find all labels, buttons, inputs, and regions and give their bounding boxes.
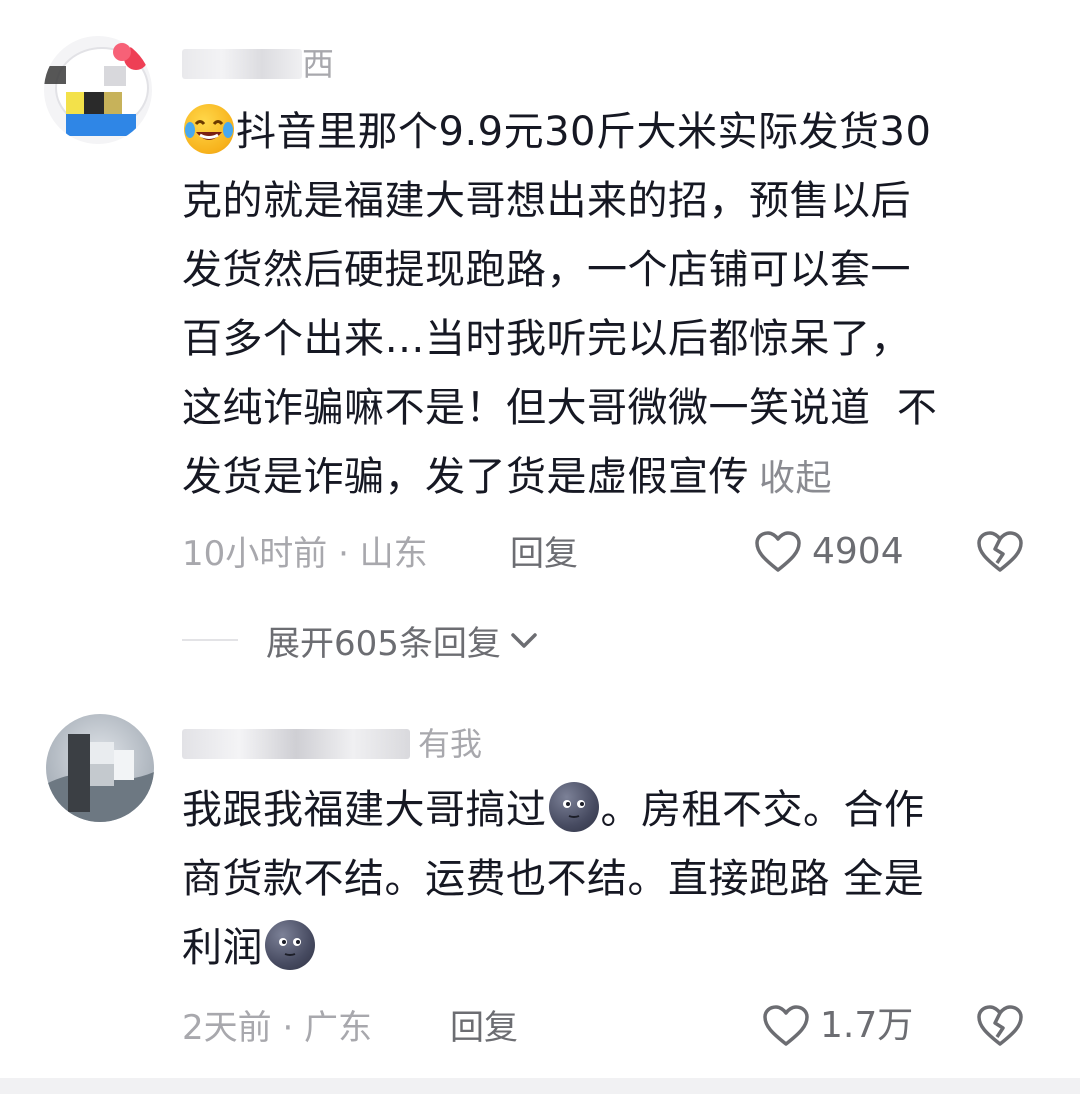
avatar-image (44, 36, 152, 144)
comment-meta: 10小时前 · 山东 (182, 534, 428, 574)
comment-text: 抖音里那个9.9元30斤大米实际发货30 克的就是福建大哥想出来的招，预售以后 … (182, 98, 1022, 513)
comment-line: 利润 (182, 914, 1022, 983)
chevron-down-icon (511, 633, 537, 648)
dark-moon-face-emoji-icon (265, 920, 315, 970)
username-text: 西 (302, 45, 335, 83)
comment-line-text: 利润 (182, 925, 263, 971)
comment-line: 发货是诈骗，发了货是虚假宣传 收起 (182, 443, 1022, 513)
bottom-divider (0, 1078, 1080, 1094)
broken-heart-icon (977, 531, 1023, 572)
comment-line-text: 发货是诈骗，发了货是虚假宣传 (182, 454, 749, 500)
avatar-image (46, 714, 154, 822)
comment-line: 克的就是福建大哥想出来的招，预售以后 (182, 178, 911, 224)
expand-divider (182, 639, 238, 641)
comment-line: 发货然后硬提现跑路，一个店铺可以套一 (182, 247, 911, 293)
heart-outline-icon (755, 531, 801, 572)
comment-line-text: 。房租不交。合作 (600, 787, 925, 833)
like-button[interactable]: 1.7万 (762, 1004, 913, 1048)
comment-line: 我跟我福建大哥搞过 。房租不交。合作 (182, 776, 1022, 845)
broken-heart-icon (977, 1005, 1023, 1046)
comment-line: 这纯诈骗嘛不是！但大哥微微一笑说道 不 (182, 385, 938, 431)
comment-meta: 2天前 · 广东 (182, 1008, 373, 1048)
like-button[interactable]: 4904 (754, 530, 904, 574)
like-count: 1.7万 (820, 1005, 914, 1046)
laughing-tears-emoji-icon (184, 104, 234, 154)
comment-line-text: 抖音里那个9.9元30斤大米实际发货30 (236, 109, 932, 155)
comment-item: 有我 我跟我福建大哥搞过 。房租不交。合作 商货款不结。运费也不结。直接跑路 全… (0, 690, 1080, 1078)
username-text: 有我 (418, 725, 483, 763)
avatar[interactable] (46, 714, 154, 822)
reply-button[interactable]: 回复 (510, 532, 578, 576)
comment-item: 西 抖音里那个9.9元30斤大米实际发货30 克的就是福建大哥想出来的招，预售以… (0, 0, 1080, 690)
avatar[interactable] (44, 36, 152, 144)
expand-replies-label: 展开605条回复 (266, 623, 501, 664)
comment-line-text: 我跟我福建大哥搞过 (182, 787, 547, 833)
username-blur (182, 49, 302, 79)
comment-line: 抖音里那个9.9元30斤大米实际发货30 (182, 98, 1022, 167)
dislike-button[interactable] (976, 530, 1024, 578)
username[interactable]: 有我 (182, 724, 482, 764)
heart-outline-icon (763, 1005, 809, 1046)
reply-button[interactable]: 回复 (450, 1006, 518, 1050)
like-count: 4904 (812, 531, 904, 572)
dislike-button[interactable] (976, 1004, 1024, 1052)
expand-replies[interactable]: 展开605条回复 (182, 618, 541, 664)
comment-text: 我跟我福建大哥搞过 。房租不交。合作 商货款不结。运费也不结。直接跑路 全是 利… (182, 776, 1022, 983)
comment-line: 百多个出来…当时我听完以后都惊呆了， (182, 316, 911, 362)
username-blur (182, 729, 410, 759)
comment-line: 商货款不结。运费也不结。直接跑路 全是 (182, 856, 925, 902)
username[interactable]: 西 (182, 44, 334, 84)
dark-moon-face-emoji-icon (548, 782, 599, 832)
collapse-link[interactable]: 收起 (759, 458, 832, 499)
